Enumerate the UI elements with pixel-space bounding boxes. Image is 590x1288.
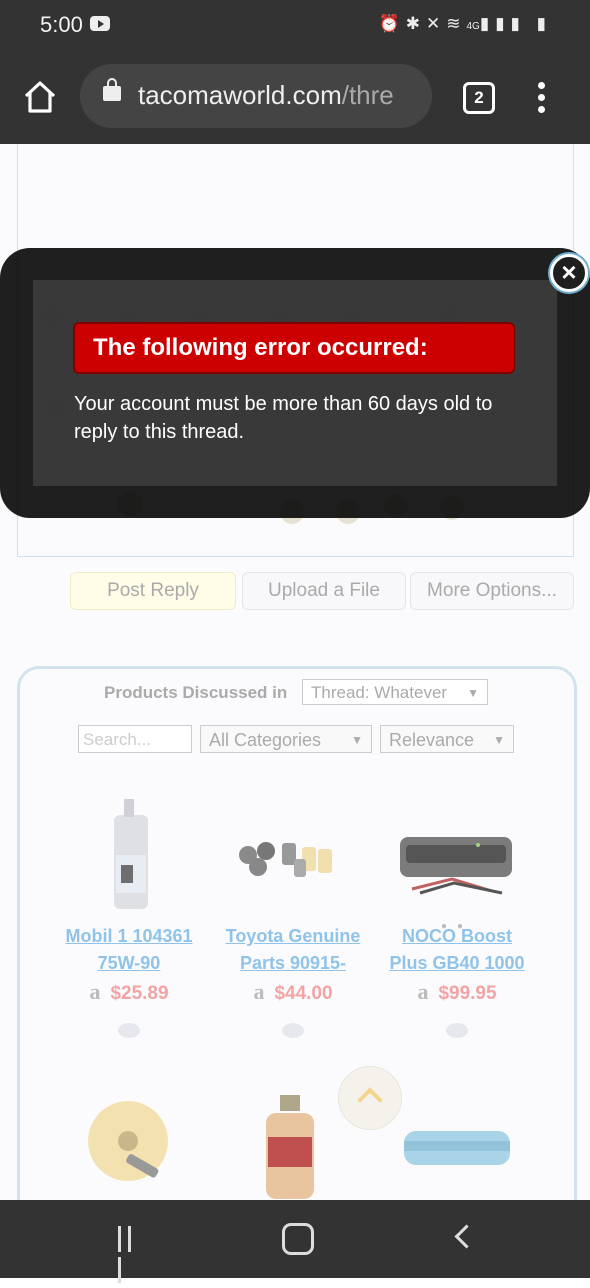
status-bar: 5:00 ⏰✱✕≋4G▮▮▮ ▮: [0, 0, 590, 52]
home-nav-icon[interactable]: [282, 1223, 314, 1255]
browser-toolbar: tacomaworld.com/thre 2: [0, 52, 590, 144]
network-label: 4G: [466, 21, 480, 32]
product-price: a $25.89: [89, 979, 169, 1004]
product-price: a $99.95: [417, 979, 497, 1004]
product-image-eraser-wheel[interactable]: [70, 1091, 186, 1200]
upload-file-button[interactable]: Upload a File: [242, 572, 406, 610]
lock-icon: [103, 78, 121, 101]
product-price: a $44.00: [253, 979, 333, 1004]
more-options-button[interactable]: More Options...: [410, 572, 574, 610]
products-panel: Products Discussed in Thread: Whatever ▼…: [17, 666, 577, 1200]
overlay-backdrop-content: [33, 280, 557, 486]
thread-select-value: Thread: Whatever: [311, 683, 448, 702]
product-search-input[interactable]: Search...: [78, 725, 192, 753]
home-icon[interactable]: [22, 79, 58, 115]
error-message: Your account must be more than 60 days o…: [74, 393, 493, 443]
youtube-notification-icon: [90, 16, 110, 31]
dropdown-arrow-icon: ▼: [351, 733, 363, 747]
product-image-oil-filters[interactable]: [218, 793, 368, 923]
scroll-to-top-button[interactable]: [338, 1066, 402, 1130]
url-text[interactable]: tacomaworld.com/thre: [138, 80, 422, 111]
comment-bubble-icon[interactable]: [118, 1023, 140, 1038]
recents-icon[interactable]: [118, 1226, 146, 1283]
amazon-icon: a: [253, 979, 265, 1004]
url-domain: tacomaworld.com: [138, 80, 342, 110]
status-time: 5:00: [40, 12, 83, 37]
category-select[interactable]: All Categories ▼: [200, 725, 372, 753]
amazon-icon: a: [89, 979, 101, 1004]
overflow-menu-icon[interactable]: [538, 82, 548, 114]
product-card: Mobil 1 104361 75W-90 a $25.89: [54, 793, 204, 1038]
tab-switcher-button[interactable]: 2: [463, 82, 495, 114]
comment-bubble-icon[interactable]: [282, 1023, 304, 1038]
product-image-microfiber-towel[interactable]: [398, 1121, 514, 1181]
back-icon[interactable]: [454, 1224, 479, 1249]
thread-select[interactable]: Thread: Whatever ▼: [302, 679, 488, 705]
product-link[interactable]: Toyota Genuine Parts 90915-: [218, 923, 368, 977]
url-path: /thre: [341, 80, 394, 110]
amazon-icon: a: [417, 979, 429, 1004]
url-bar[interactable]: tacomaworld.com/thre: [80, 64, 432, 128]
error-title: The following error occurred:: [73, 322, 515, 374]
sort-select[interactable]: Relevance ▼: [380, 725, 514, 753]
product-card: Toyota Genuine Parts 90915- a $44.00: [218, 793, 368, 1038]
post-reply-button[interactable]: Post Reply: [70, 572, 236, 610]
error-overlay: [0, 248, 590, 518]
product-card: NOCO Boost Plus GB40 1000 a $99.95: [382, 793, 532, 1038]
product-image-oil-bottle[interactable]: [54, 793, 204, 923]
product-image-dressing-bottle[interactable]: [260, 1091, 320, 1200]
comment-bubble-icon[interactable]: [446, 1023, 468, 1038]
product-image-jump-starter[interactable]: [382, 793, 532, 923]
close-icon[interactable]: ×: [550, 254, 588, 292]
image-carousel-dots: ●●: [441, 921, 474, 932]
status-icons: ⏰✱✕≋4G▮▮▮ ▮: [378, 14, 552, 33]
product-link[interactable]: Mobil 1 104361 75W-90: [54, 923, 204, 977]
sort-select-value: Relevance: [389, 730, 475, 750]
category-select-value: All Categories: [209, 730, 322, 750]
dropdown-arrow-icon: ▼: [493, 733, 505, 747]
products-heading: Products Discussed in: [104, 683, 288, 702]
android-nav-bar: [0, 1200, 590, 1283]
dropdown-arrow-icon: ▼: [467, 686, 479, 700]
